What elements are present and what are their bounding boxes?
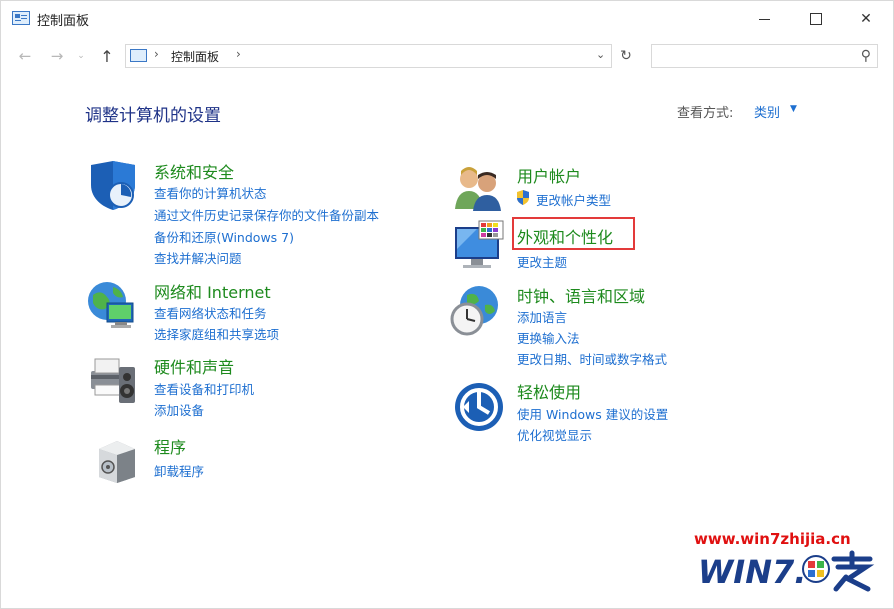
printer-speaker-icon [91, 358, 135, 403]
programs-box-icon [99, 441, 135, 483]
back-button[interactable]: ← [13, 45, 37, 67]
ease-of-access-icon [455, 383, 503, 431]
link-recommended-settings[interactable]: 使用 Windows 建议的设置 [517, 404, 668, 423]
maximize-icon [810, 13, 822, 25]
address-bar[interactable]: › 控制面板 › ⌄ [125, 44, 612, 68]
uac-shield-icon [517, 190, 529, 205]
link-troubleshoot[interactable]: 查找并解决问题 [154, 248, 242, 267]
category-title-system-security[interactable]: 系统和安全 [154, 159, 234, 183]
refresh-icon: ↻ [620, 48, 632, 64]
link-change-account-type[interactable]: 更改帐户类型 [536, 190, 611, 209]
navigation-bar: ← → ⌄ ↑ › 控制面板 › ⌄ ↻ ⚲ [1, 41, 894, 71]
control-panel-window: 控制面板 ✕ ← → ⌄ ↑ › 控制面板 › ⌄ ↻ ⚲ 调整计算机的设置 查… [0, 0, 894, 609]
link-change-theme[interactable]: 更改主题 [517, 252, 567, 271]
link-homegroup-sharing[interactable]: 选择家庭组和共享选项 [154, 324, 279, 343]
category-title-ease-of-access[interactable]: 轻松使用 [517, 379, 581, 403]
link-uninstall-program[interactable]: 卸载程序 [154, 461, 204, 480]
window-title: 控制面板 [37, 14, 90, 29]
refresh-button[interactable]: ↻ [615, 44, 637, 68]
control-panel-icon [130, 49, 147, 62]
up-button[interactable]: ↑ [95, 45, 119, 67]
recent-locations-button[interactable]: ⌄ [73, 45, 89, 67]
category-title-hardware-sound[interactable]: 硬件和声音 [154, 354, 234, 378]
link-change-input-method[interactable]: 更换输入法 [517, 328, 580, 347]
back-arrow-icon: ← [18, 47, 32, 65]
search-icon[interactable]: ⚲ [861, 48, 871, 64]
close-icon: ✕ [860, 11, 872, 27]
clock-globe-icon [450, 286, 498, 336]
close-button[interactable]: ✕ [843, 1, 889, 37]
title-bar[interactable]: 控制面板 ✕ [1, 1, 894, 37]
watermark-logo: WIN7. [698, 550, 875, 592]
minimize-icon [758, 18, 770, 20]
category-title-network-internet[interactable]: 网络和 Internet [154, 279, 271, 303]
category-title-appearance-personalization[interactable]: 外观和个性化 [517, 224, 613, 248]
address-dropdown-icon[interactable]: ⌄ [596, 48, 605, 61]
security-shield-icon [91, 161, 135, 210]
link-view-computer-status[interactable]: 查看你的计算机状态 [154, 183, 267, 202]
chevron-down-icon: ⌄ [77, 51, 85, 61]
view-by-dropdown[interactable]: 类别 [754, 102, 780, 121]
network-globe-icon [88, 282, 134, 328]
link-devices-printers[interactable]: 查看设备和打印机 [154, 379, 254, 398]
category-title-programs[interactable]: 程序 [154, 434, 186, 458]
link-add-language[interactable]: 添加语言 [517, 307, 567, 326]
link-optimize-visual-display[interactable]: 优化视觉显示 [517, 425, 592, 444]
view-by-label: 查看方式: [677, 106, 734, 121]
category-title-user-accounts[interactable]: 用户帐户 [517, 163, 581, 187]
maximize-button[interactable] [793, 1, 839, 37]
svg-text:WIN7.: WIN7. [698, 553, 806, 591]
forward-arrow-icon: → [50, 47, 64, 65]
link-file-history-backup[interactable]: 通过文件历史记录保存你的文件备份副本 [154, 205, 379, 224]
breadcrumb-separator[interactable]: › [236, 47, 241, 61]
forward-button[interactable]: → [45, 45, 69, 67]
minimize-button[interactable] [741, 1, 787, 37]
link-backup-restore[interactable]: 备份和还原(Windows 7) [154, 227, 294, 246]
link-network-status[interactable]: 查看网络状态和任务 [154, 303, 267, 322]
link-add-device[interactable]: 添加设备 [154, 400, 204, 419]
watermark-url: www.win7zhijia.cn [694, 530, 851, 548]
user-accounts-icon [455, 167, 501, 211]
page-title: 调整计算机的设置 [85, 106, 221, 126]
control-panel-icon [12, 11, 30, 25]
link-change-date-time-format[interactable]: 更改日期、时间或数字格式 [517, 349, 667, 368]
breadcrumb-control-panel[interactable]: 控制面板 [171, 48, 219, 65]
up-arrow-icon: ↑ [100, 46, 114, 66]
search-input[interactable]: ⚲ [651, 44, 878, 68]
caret-down-icon[interactable]: ▼ [790, 104, 797, 114]
breadcrumb-separator[interactable]: › [154, 47, 159, 61]
appearance-monitor-icon [455, 220, 504, 268]
category-title-clock-language-region[interactable]: 时钟、语言和区域 [517, 283, 645, 307]
